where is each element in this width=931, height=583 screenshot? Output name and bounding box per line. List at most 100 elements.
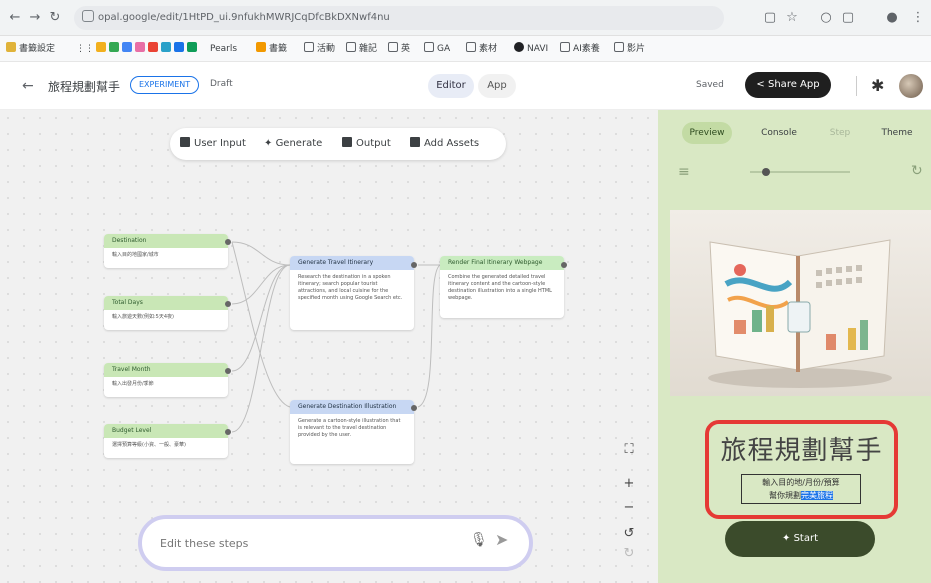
experiment-tag: EXPERIMENT bbox=[130, 76, 200, 94]
star-icon[interactable]: ☆ bbox=[784, 10, 800, 26]
app-title[interactable]: 旅程規劃幫手 bbox=[48, 78, 120, 95]
tab-console[interactable]: Console bbox=[754, 122, 804, 144]
bookmark-item[interactable]: NAVI bbox=[514, 42, 548, 56]
input-node-budget-level[interactable]: Budget Level 選擇預算等級(小資、一般、豪華) bbox=[104, 424, 228, 458]
bookmark-item[interactable]: 英 bbox=[388, 42, 410, 56]
edit-steps-box: 🎙 ➤ bbox=[138, 515, 533, 571]
progress-handle[interactable] bbox=[762, 168, 770, 176]
tab-preview[interactable]: Preview bbox=[682, 122, 732, 144]
node-title: Destination bbox=[104, 234, 228, 248]
zoom-in-icon[interactable]: + bbox=[621, 476, 637, 492]
node-description: 輸入旅遊天數(例如:5天4夜) bbox=[112, 314, 174, 320]
bookmark-item[interactable]: 活動 bbox=[304, 42, 335, 56]
bookmark-item[interactable]: 素材 bbox=[466, 42, 497, 56]
output-port[interactable] bbox=[225, 368, 231, 374]
output-port[interactable] bbox=[561, 262, 567, 268]
travel-journal-image bbox=[708, 239, 892, 388]
user-input-button[interactable]: User Input bbox=[180, 136, 246, 152]
editor-toggle[interactable]: Editor bbox=[428, 74, 474, 98]
bookmark-item[interactable]: AI素養 bbox=[560, 42, 600, 56]
bookmark-item[interactable]: GA bbox=[424, 42, 450, 56]
node-description: Combine the generated detailed travel it… bbox=[448, 274, 552, 301]
microphone-icon[interactable]: 🎙 bbox=[470, 532, 488, 548]
lens-icon[interactable]: ○ bbox=[818, 10, 834, 26]
divider bbox=[856, 76, 857, 96]
menu-icon[interactable]: ≡ bbox=[678, 164, 690, 180]
bookmark-item[interactable]: Pearls bbox=[210, 42, 237, 56]
user-input-icon bbox=[180, 137, 190, 147]
restart-icon[interactable]: ↻ bbox=[911, 163, 923, 179]
bookmark-item[interactable]: 書籤設定 bbox=[6, 42, 55, 56]
reload-icon[interactable]: ↻ bbox=[46, 9, 64, 27]
preview-progress-bar: ≡ ↻ bbox=[668, 154, 923, 190]
subtitle-line-1: 輸入目的地/月份/預算 bbox=[762, 478, 840, 487]
add-assets-icon bbox=[410, 137, 420, 147]
input-node-destination[interactable]: Destination 輸入目的地國家/城市 bbox=[104, 234, 228, 268]
node-description: 選擇預算等級(小資、一般、豪華) bbox=[112, 442, 186, 448]
output-node-render[interactable]: Render Final Itinerary Webpage Combine t… bbox=[440, 256, 564, 318]
generate-icon: ✦ bbox=[264, 138, 276, 149]
app-toggle[interactable]: App bbox=[478, 74, 516, 98]
redo-icon[interactable]: ↻ bbox=[621, 546, 637, 562]
output-port[interactable] bbox=[225, 429, 231, 435]
tab-step[interactable]: Step bbox=[820, 122, 860, 144]
more-icon[interactable]: ⋮ bbox=[910, 10, 926, 26]
bookmark-item[interactable]: 影片 bbox=[614, 42, 645, 56]
node-title: Total Days bbox=[104, 296, 228, 310]
canvas-zoom-controls: ⛶ + − ↺ ↻ bbox=[618, 440, 640, 570]
bookmark-favicons bbox=[96, 42, 200, 56]
profile-icon[interactable]: ● bbox=[884, 10, 900, 26]
site-info-icon[interactable] bbox=[82, 10, 94, 22]
node-description: 輸入目的地國家/城市 bbox=[112, 252, 159, 258]
bookmark-item[interactable]: 書籤 bbox=[256, 42, 287, 56]
app-header: ← 旅程規劃幫手 EXPERIMENT Draft Editor App Sav… bbox=[0, 62, 931, 110]
output-button[interactable]: Output bbox=[342, 136, 391, 152]
url-text: opal.google/edit/1HtPD_ui.9nfukhMWRJCqDf… bbox=[98, 12, 390, 23]
edit-steps-input[interactable] bbox=[160, 531, 440, 555]
saved-status: Saved bbox=[696, 80, 724, 90]
back-icon[interactable]: ← bbox=[6, 9, 24, 27]
gear-icon[interactable]: ✱ bbox=[871, 76, 884, 95]
tab-search-icon[interactable]: ▢ bbox=[762, 10, 778, 26]
apps-icon[interactable]: ⋮⋮ bbox=[76, 42, 94, 56]
avatar[interactable] bbox=[899, 74, 923, 98]
start-button[interactable]: ✦ Start bbox=[725, 521, 875, 557]
node-description: Research the destination in a spoken iti… bbox=[298, 274, 403, 301]
send-icon[interactable]: ➤ bbox=[495, 530, 508, 549]
preview-app-subtitle: 輸入目的地/月份/預算 幫你規劃完美旅程 bbox=[741, 474, 861, 504]
back-arrow-icon[interactable]: ← bbox=[22, 78, 34, 94]
node-toolbar: User Input ✦ Generate Output Add Assets bbox=[170, 128, 506, 160]
workflow-canvas[interactable]: User Input ✦ Generate Output Add Assets … bbox=[0, 110, 658, 583]
sparkle-icon: ✦ bbox=[782, 533, 794, 544]
node-description: Generate a cartoon-style illustration th… bbox=[298, 418, 401, 438]
undo-icon[interactable]: ↺ bbox=[621, 526, 637, 542]
output-port[interactable] bbox=[411, 405, 417, 411]
extension-icon[interactable]: ▢ bbox=[840, 10, 856, 26]
node-title: Generate Destination Illustration bbox=[290, 400, 414, 414]
node-title: Travel Month bbox=[104, 363, 228, 377]
subtitle-line-2: 幫你規劃完美旅程 bbox=[769, 491, 833, 500]
connection-wires bbox=[231, 241, 441, 433]
node-title: Generate Travel Itinerary bbox=[290, 256, 414, 270]
bookmarks-bar: 書籤設定 ⋮⋮ Pearls 書籤 活動 雜記 英 GA 素材 NAVI AI素… bbox=[0, 36, 931, 62]
fit-view-icon[interactable]: ⛶ bbox=[621, 442, 637, 458]
input-node-travel-month[interactable]: Travel Month 輸入出發月份/季節 bbox=[104, 363, 228, 397]
zoom-out-icon[interactable]: − bbox=[621, 500, 637, 516]
share-icon: < bbox=[756, 79, 765, 90]
generate-node-itinerary[interactable]: Generate Travel Itinerary Research the d… bbox=[290, 256, 414, 330]
forward-icon[interactable]: → bbox=[26, 9, 44, 27]
share-app-button[interactable]: < Share App bbox=[745, 72, 831, 98]
generate-node-illustration[interactable]: Generate Destination Illustration Genera… bbox=[290, 400, 414, 464]
output-port[interactable] bbox=[225, 301, 231, 307]
input-node-total-days[interactable]: Total Days 輸入旅遊天數(例如:5天4夜) bbox=[104, 296, 228, 330]
generate-button[interactable]: ✦ Generate bbox=[264, 136, 322, 152]
output-port[interactable] bbox=[225, 239, 231, 245]
add-assets-button[interactable]: Add Assets bbox=[410, 136, 479, 152]
url-input[interactable]: opal.google/edit/1HtPD_ui.9nfukhMWRJCqDf… bbox=[74, 6, 724, 30]
bookmark-item[interactable]: 雜記 bbox=[346, 42, 377, 56]
tab-theme[interactable]: Theme bbox=[874, 122, 920, 144]
node-title: Render Final Itinerary Webpage bbox=[440, 256, 564, 270]
output-port[interactable] bbox=[411, 262, 417, 268]
node-description: 輸入出發月份/季節 bbox=[112, 381, 154, 387]
output-icon bbox=[342, 137, 352, 147]
